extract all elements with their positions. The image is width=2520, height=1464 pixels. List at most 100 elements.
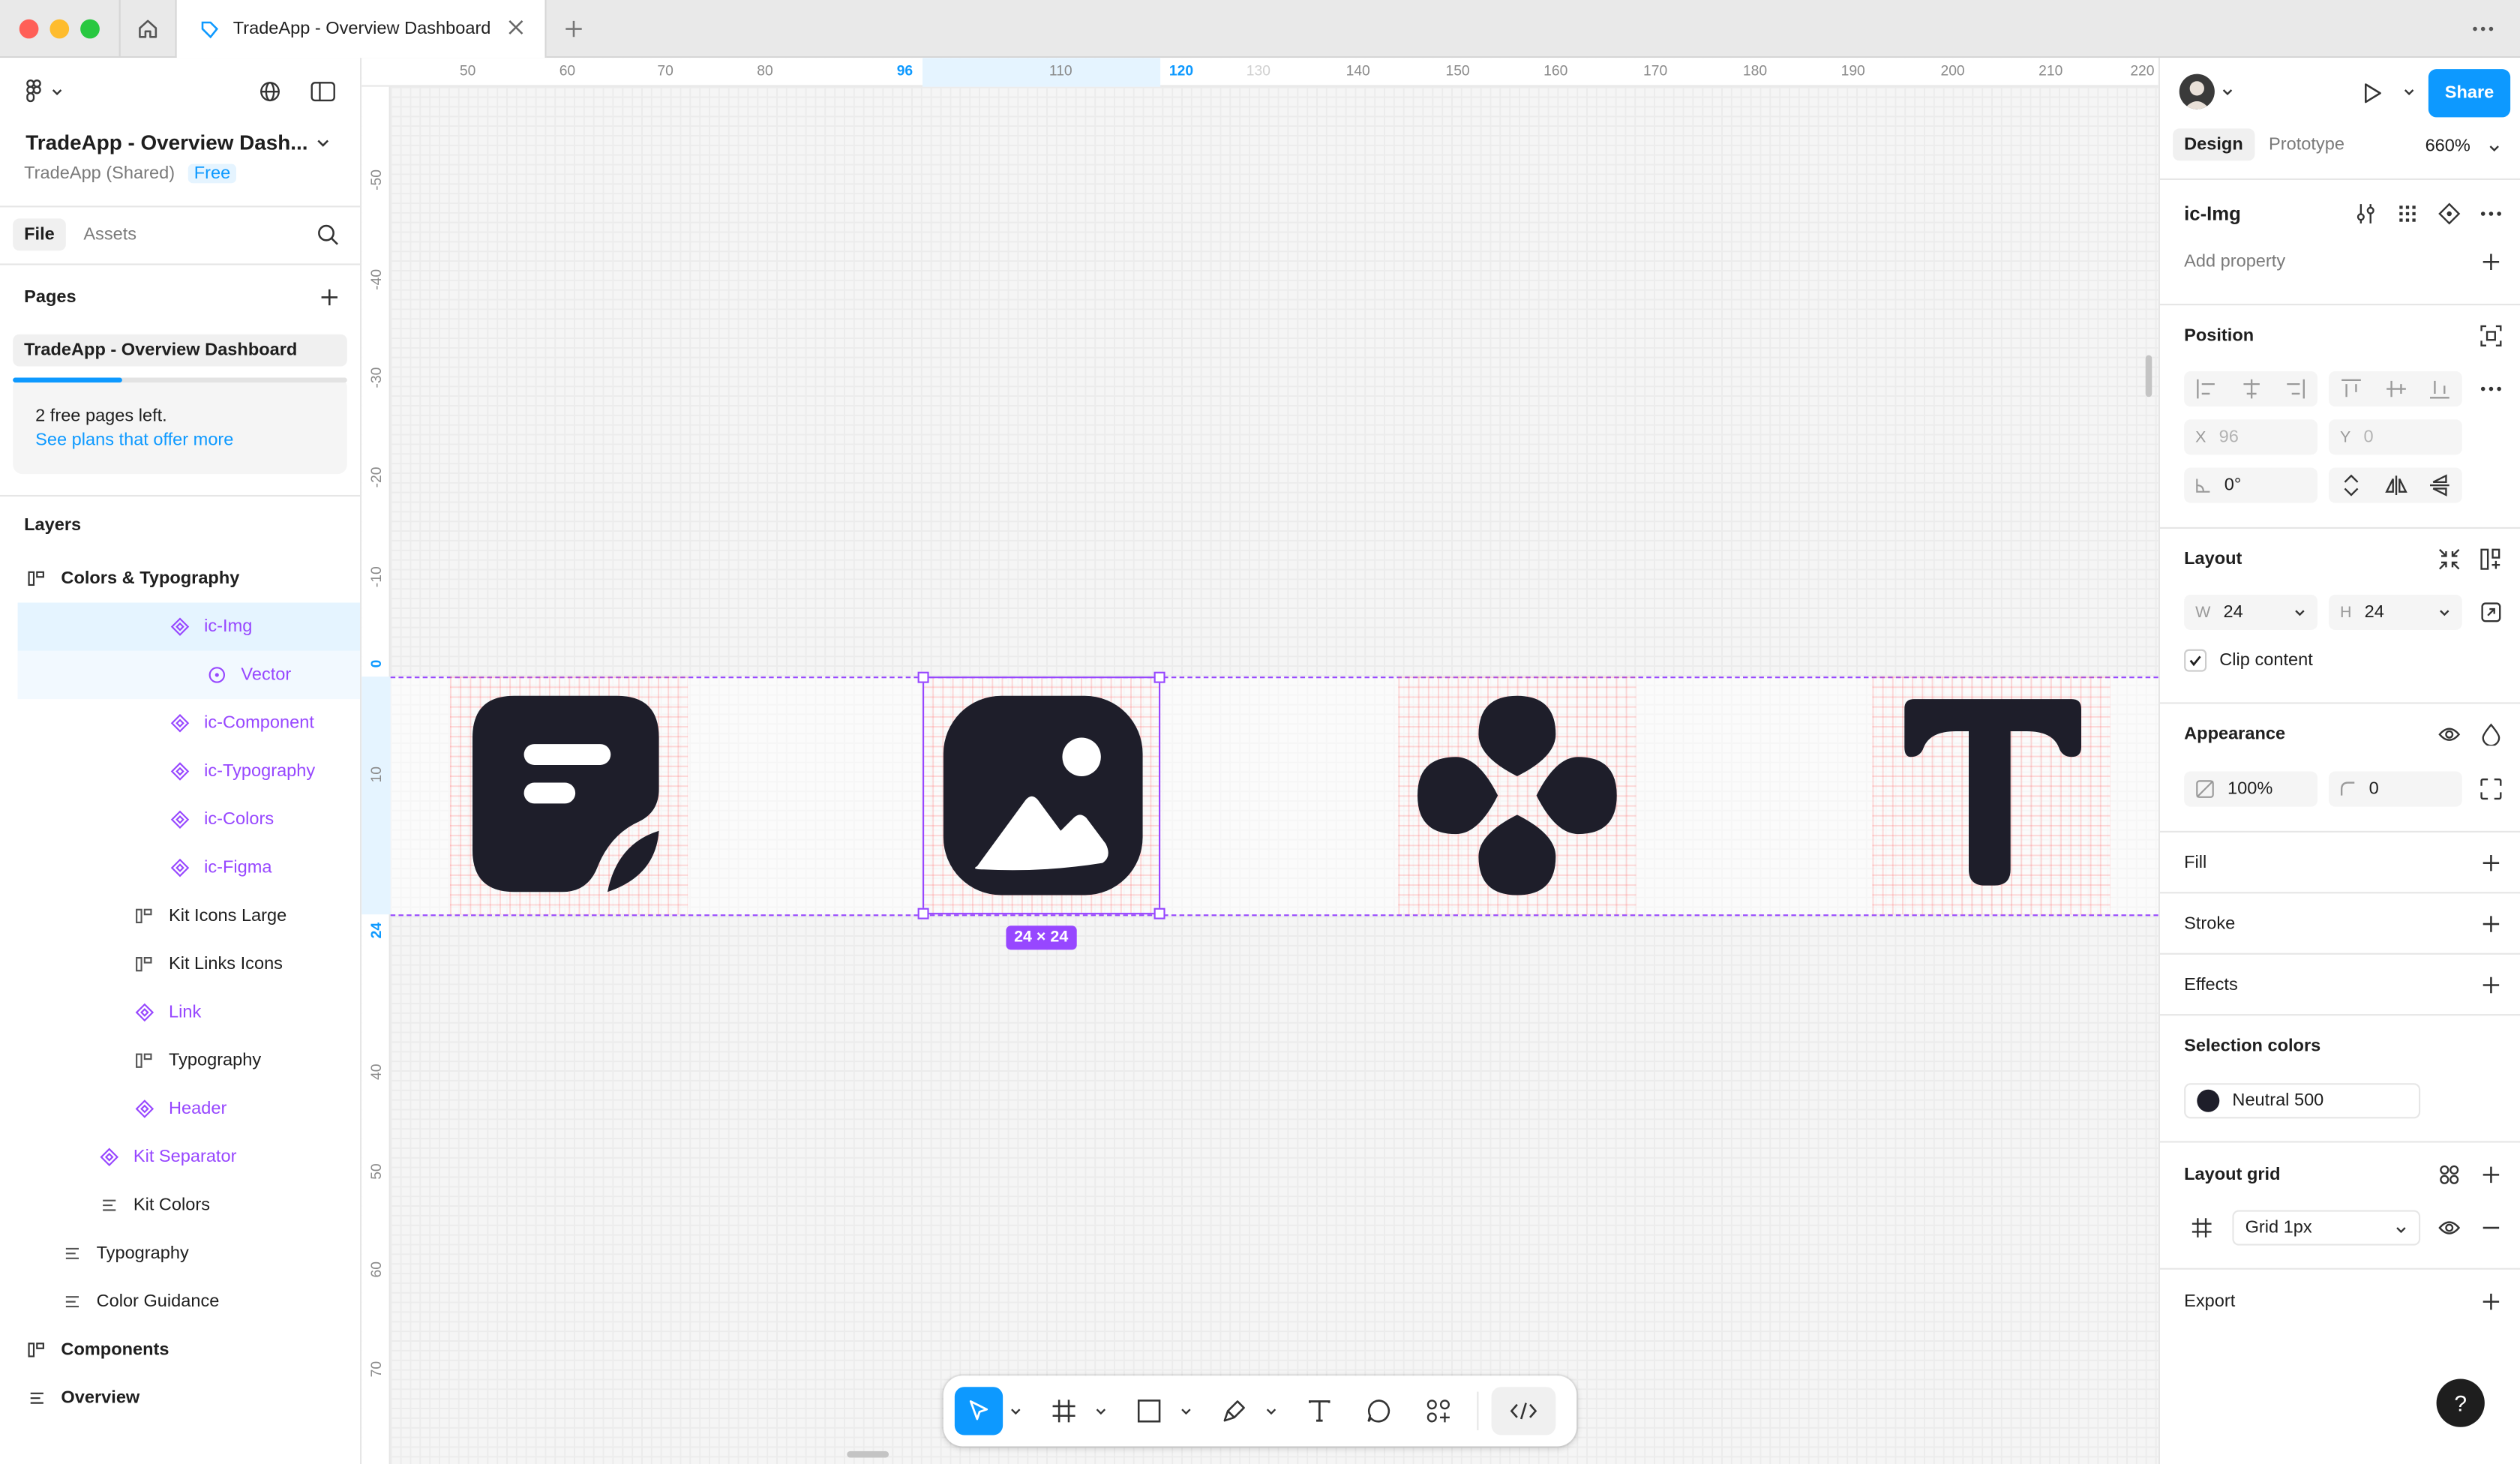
resize-handle[interactable] [917,671,929,683]
add-property-button[interactable] [2478,249,2504,274]
selection-color-swatch[interactable]: Neutral 500 [2184,1083,2421,1119]
dev-mode-toggle[interactable] [1491,1387,1556,1436]
help-button[interactable]: ? [2436,1378,2485,1427]
search-layers-button[interactable] [315,222,340,248]
layer-item[interactable]: Typography [0,1036,360,1084]
share-button[interactable]: Share [2428,69,2511,118]
align-middle-icon[interactable] [2385,378,2408,400]
layer-item[interactable]: Vector [17,650,360,700]
tab-file[interactable]: File [13,218,66,251]
toggle-sidebar-button[interactable] [310,79,336,104]
layer-item[interactable]: Kit Separator [0,1133,360,1181]
shape-tool-menu[interactable] [1177,1387,1196,1435]
resize-handle[interactable] [1154,671,1166,683]
x-position-field[interactable]: X 96 [2184,419,2318,455]
layer-item[interactable]: Colors & Typography [0,554,360,602]
ic-component-frame[interactable] [1398,676,1636,915]
rotate-icon[interactable] [2340,474,2362,496]
chevron-down-icon[interactable] [315,135,331,151]
add-fill-button[interactable] [2478,850,2504,876]
resize-to-fit-button[interactable] [2437,547,2462,572]
resizing-options-button[interactable] [2478,599,2504,625]
zoom-level[interactable]: 660% [2426,136,2470,156]
clip-content-checkbox[interactable] [2184,649,2207,672]
layer-item-selected[interactable]: ic-Img [17,602,360,651]
window-close-button[interactable] [19,19,39,39]
move-tool-menu[interactable] [1006,1387,1025,1435]
layer-item[interactable]: Overview [0,1374,360,1422]
add-layout-grid-button[interactable] [2478,1162,2504,1187]
frame-tool[interactable] [1040,1387,1088,1435]
flip-vertical-icon[interactable] [2428,474,2451,496]
horizontal-scrollbar[interactable] [847,1450,889,1458]
resize-handle[interactable] [1154,908,1166,920]
globe-button[interactable] [257,79,283,104]
component-name[interactable]: ic-Img [2184,202,2241,225]
individual-corners-button[interactable] [2478,776,2504,802]
tab-prototype[interactable]: Prototype [2258,128,2356,160]
grid-type-select[interactable]: Grid 1px [2232,1210,2421,1246]
page-item-current[interactable]: TradeApp - Overview Dashboard [13,334,347,367]
align-left-icon[interactable] [2195,378,2218,400]
add-stroke-button[interactable] [2478,911,2504,937]
grid-styles-button[interactable] [2437,1162,2462,1187]
pen-tool-menu[interactable] [1262,1387,1281,1435]
avatar[interactable] [2179,74,2215,110]
width-field[interactable]: W 24 [2184,594,2318,630]
close-tab-icon[interactable] [506,18,526,38]
layer-item[interactable]: Header [0,1084,360,1132]
frame-tool-menu[interactable] [1091,1387,1111,1435]
chevron-down-icon[interactable] [2221,86,2234,98]
see-plans-link[interactable]: See plans that offer more [35,430,233,450]
layer-item[interactable]: Components [0,1326,360,1374]
opacity-field[interactable]: 100% [2184,771,2318,807]
file-title[interactable]: TradeApp - Overview Dash... [26,130,308,154]
grid-settings-button[interactable] [2189,1215,2215,1240]
tab-design[interactable]: Design [2173,128,2254,161]
constraints-button[interactable] [2478,323,2504,349]
layer-item[interactable]: Typography [0,1229,360,1277]
add-effect-button[interactable] [2478,972,2504,998]
layer-item[interactable]: ic-Typography [0,747,360,795]
canvas[interactable]: 50 60 70 80 96 110 120 130 140 150 160 1… [362,58,2158,1464]
chevron-down-icon[interactable] [2294,606,2306,619]
rectangle-tool[interactable] [1125,1387,1173,1435]
align-bottom-icon[interactable] [2428,378,2451,400]
height-field[interactable]: H 24 [2329,594,2462,630]
more-align-button[interactable] [2478,376,2504,401]
home-button[interactable] [118,0,177,58]
align-center-icon[interactable] [2240,378,2263,400]
blend-mode-button[interactable] [2478,722,2504,747]
ic-figma-frame[interactable] [450,676,688,915]
add-autolayout-button[interactable] [2478,547,2504,572]
rotation-field[interactable]: 0° [2184,467,2318,503]
toggle-visibility-button[interactable] [2437,722,2462,747]
layer-item[interactable]: ic-Component [0,699,360,747]
resize-handle[interactable] [917,908,929,920]
layer-item[interactable]: ic-Figma [0,844,360,892]
component-properties-button[interactable] [2353,201,2378,226]
align-right-icon[interactable] [2284,378,2306,400]
team-name[interactable]: TradeApp (Shared) [24,164,175,184]
more-icon[interactable] [2468,14,2498,44]
chevron-down-icon[interactable] [2488,142,2500,154]
text-tool[interactable] [1295,1387,1343,1435]
tab-assets[interactable]: Assets [72,218,148,250]
layer-item[interactable]: Kit Links Icons [0,940,360,988]
corner-radius-field[interactable]: 0 [2329,771,2462,807]
chevron-down-icon[interactable] [2403,86,2416,98]
new-tab-icon[interactable] [560,14,589,44]
main-menu-button[interactable] [22,79,68,104]
flip-horizontal-icon[interactable] [2385,474,2408,496]
window-minimize-button[interactable] [50,19,70,39]
vertical-scrollbar[interactable] [2145,355,2152,398]
go-to-component-button[interactable] [2437,201,2462,226]
layer-item[interactable]: Color Guidance [0,1277,360,1325]
add-export-button[interactable] [2478,1288,2504,1314]
layer-item[interactable]: Kit Colors [0,1181,360,1229]
present-button[interactable] [2360,80,2385,106]
browser-tab[interactable]: TradeApp - Overview Dashboard [176,0,547,58]
layer-item[interactable]: ic-Colors [0,796,360,844]
chevron-down-icon[interactable] [2438,606,2451,619]
toggle-grid-visibility-button[interactable] [2437,1215,2462,1240]
